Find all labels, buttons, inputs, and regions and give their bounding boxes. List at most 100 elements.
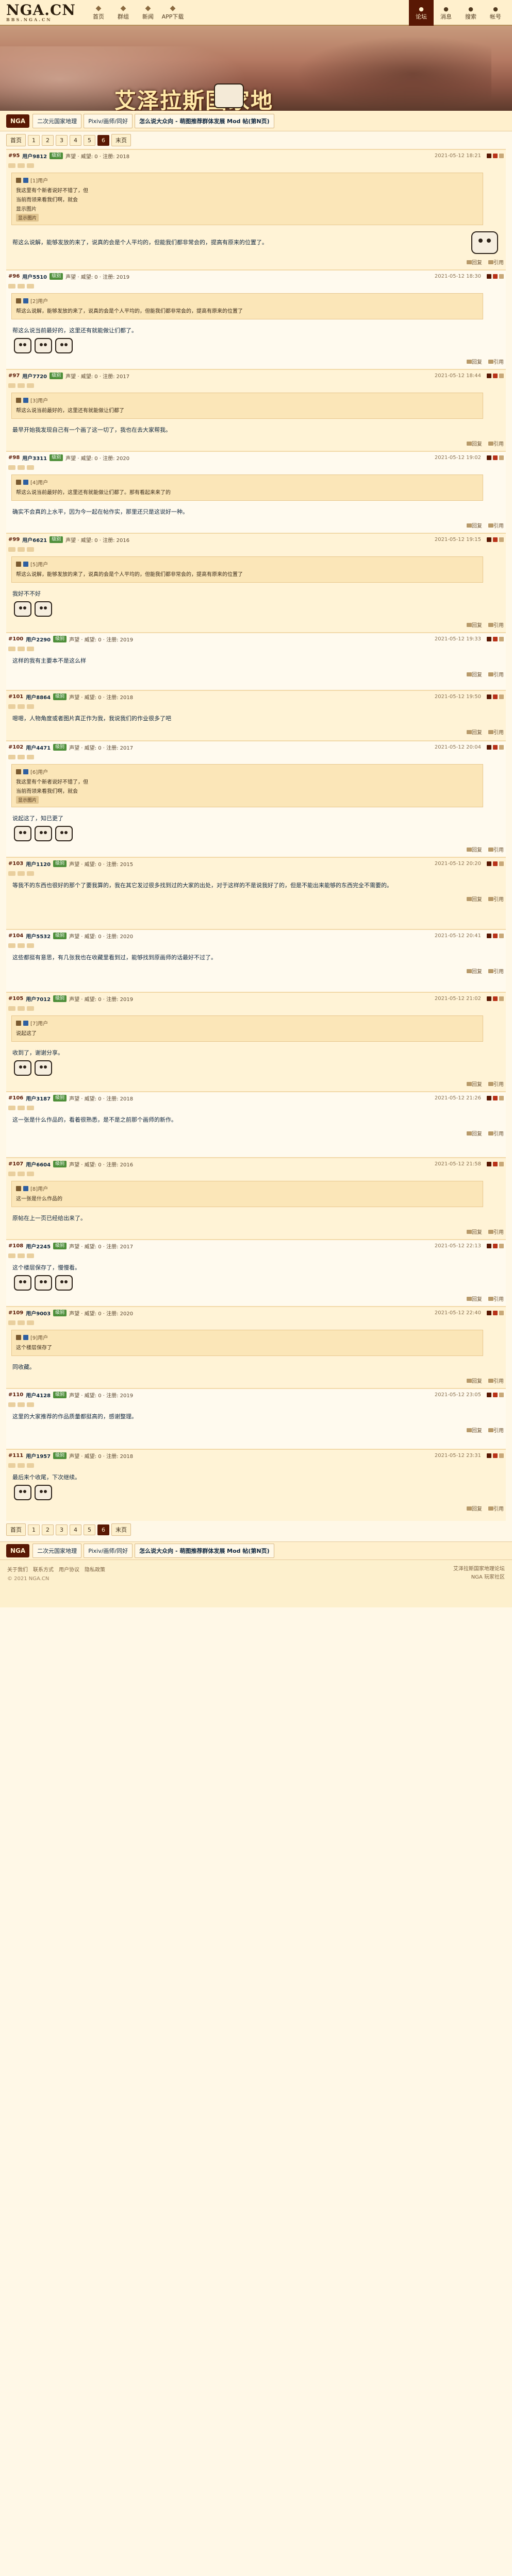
reply-button[interactable]: 回复 [467,1426,482,1434]
post-username[interactable]: 用户9812 [22,152,47,160]
quote-button[interactable]: 引用 [488,1377,504,1384]
breadcrumb-item[interactable]: 二次元国家地理 [32,1544,82,1558]
reply-button[interactable]: 回复 [467,728,482,736]
pager-page[interactable]: 6 [97,134,109,146]
show-image-tag[interactable]: 显示图片 [16,796,39,804]
post-floor[interactable]: #109 [8,1310,23,1316]
post-action-icon[interactable] [493,373,498,378]
post-action-icon[interactable] [499,1161,504,1166]
quote-button[interactable]: 引用 [488,728,504,736]
quote-button[interactable]: 引用 [488,1129,504,1137]
post-action-icon[interactable] [487,933,491,938]
post-action-icon[interactable] [487,861,491,866]
post-action-icon[interactable] [487,694,491,699]
post-action-icon[interactable] [499,1453,504,1458]
post-action-icon[interactable] [499,274,504,279]
quote-user[interactable]: [1]用户 [30,176,48,184]
post-username[interactable]: 用户4128 [26,1391,51,1399]
footer-link[interactable]: 关于我们 [7,1567,28,1573]
post-action-icon[interactable] [493,153,498,158]
post-action-icon[interactable] [487,1095,491,1100]
reply-button[interactable]: 回复 [467,439,482,447]
pager-page[interactable]: 5 [84,1524,95,1535]
post-action-icon[interactable] [487,1310,491,1315]
post-floor[interactable]: #110 [8,1392,23,1398]
pager-last[interactable]: 末页 [111,1523,131,1536]
quote-user[interactable]: [3]用户 [30,396,48,404]
site-logo[interactable]: NGA.CN BBS.NGA.CN [6,3,76,22]
reply-button[interactable]: 回复 [467,670,482,678]
post-floor[interactable]: #105 [8,996,23,1002]
post-action-icon[interactable] [499,744,504,750]
post-floor[interactable]: #98 [8,455,20,461]
reply-button[interactable]: 回复 [467,895,482,903]
post-action-icon[interactable] [493,636,498,641]
quote-user[interactable]: [6]用户 [30,768,48,775]
reply-button[interactable]: 回复 [467,1129,482,1137]
top-right-item[interactable]: ● 论坛 [409,0,434,26]
post-action-icon[interactable] [487,373,491,378]
post-action-icon[interactable] [493,1095,498,1100]
post-action-icon[interactable] [499,861,504,866]
post-action-icon[interactable] [493,744,498,750]
pager-page[interactable]: 3 [56,134,68,146]
quote-button[interactable]: 引用 [488,1080,504,1088]
quote-user[interactable]: [2]用户 [30,297,48,304]
post-action-icon[interactable] [487,1392,491,1397]
pager-last[interactable]: 末页 [111,134,131,146]
breadcrumb-item[interactable]: 怎么说大众向 - 萌图推荐群体发展 Mod 帖(第N页) [135,1544,274,1558]
post-username[interactable]: 用户6604 [26,1160,51,1168]
quote-button[interactable]: 引用 [488,358,504,365]
reply-button[interactable]: 回复 [467,1295,482,1302]
post-action-icon[interactable] [493,861,498,866]
post-action-icon[interactable] [487,744,491,750]
pager-page[interactable]: 4 [70,134,81,146]
top-right-item[interactable]: ● 消息 [434,0,458,26]
quote-button[interactable]: 引用 [488,439,504,447]
top-nav-item[interactable]: ◆ 首页 [86,1,111,24]
breadcrumb-item[interactable]: 怎么说大众向 - 萌图推荐群体发展 Mod 帖(第N页) [135,113,274,128]
quote-button[interactable]: 引用 [488,521,504,529]
post-action-icon[interactable] [499,1310,504,1315]
quote-button[interactable]: 引用 [488,845,504,853]
post-action-icon[interactable] [493,694,498,699]
post-action-icon[interactable] [493,1392,498,1397]
post-floor[interactable]: #101 [8,694,23,700]
post-floor[interactable]: #102 [8,744,23,750]
post-action-icon[interactable] [499,1243,504,1248]
reply-button[interactable]: 回复 [467,621,482,629]
post-username[interactable]: 用户4471 [26,743,51,751]
post-action-icon[interactable] [487,1453,491,1458]
footer-link[interactable]: 联系方式 [33,1567,54,1573]
pager-page[interactable]: 1 [28,1524,40,1535]
post-action-icon[interactable] [487,996,491,1001]
quote-button[interactable]: 引用 [488,895,504,903]
post-action-icon[interactable] [499,933,504,938]
reply-button[interactable]: 回复 [467,1377,482,1384]
post-floor[interactable]: #104 [8,933,23,939]
pager-page[interactable]: 2 [42,134,54,146]
reply-button[interactable]: 回复 [467,258,482,266]
top-nav-item[interactable]: ◆ 群组 [111,1,136,24]
pager-page[interactable]: 3 [56,1524,68,1535]
post-action-icon[interactable] [487,274,491,279]
top-nav-item[interactable]: ◆ APP下载 [160,1,185,24]
post-action-icon[interactable] [487,537,491,542]
breadcrumb-home-bottom[interactable]: NGA [6,1544,30,1557]
quote-user[interactable]: [5]用户 [30,560,48,568]
footer-link[interactable]: 用户协议 [59,1567,79,1573]
post-username[interactable]: 用户1120 [26,860,51,868]
post-username[interactable]: 用户9003 [26,1309,51,1317]
post-username[interactable]: 用户8864 [26,693,51,701]
breadcrumb-item[interactable]: Pixiv/画师/同好 [84,1544,133,1558]
pager-page[interactable]: 6 [97,1524,109,1535]
pager-first[interactable]: 首页 [6,1523,26,1536]
show-image-tag[interactable]: 显示图片 [16,214,39,222]
post-floor[interactable]: #103 [8,861,23,867]
reply-button[interactable]: 回复 [467,967,482,975]
post-action-icon[interactable] [487,1161,491,1166]
quote-button[interactable]: 引用 [488,1504,504,1512]
post-username[interactable]: 用户1957 [26,1452,51,1460]
post-username[interactable]: 用户6621 [22,536,47,544]
footer-link[interactable]: 隐私政策 [85,1567,105,1573]
